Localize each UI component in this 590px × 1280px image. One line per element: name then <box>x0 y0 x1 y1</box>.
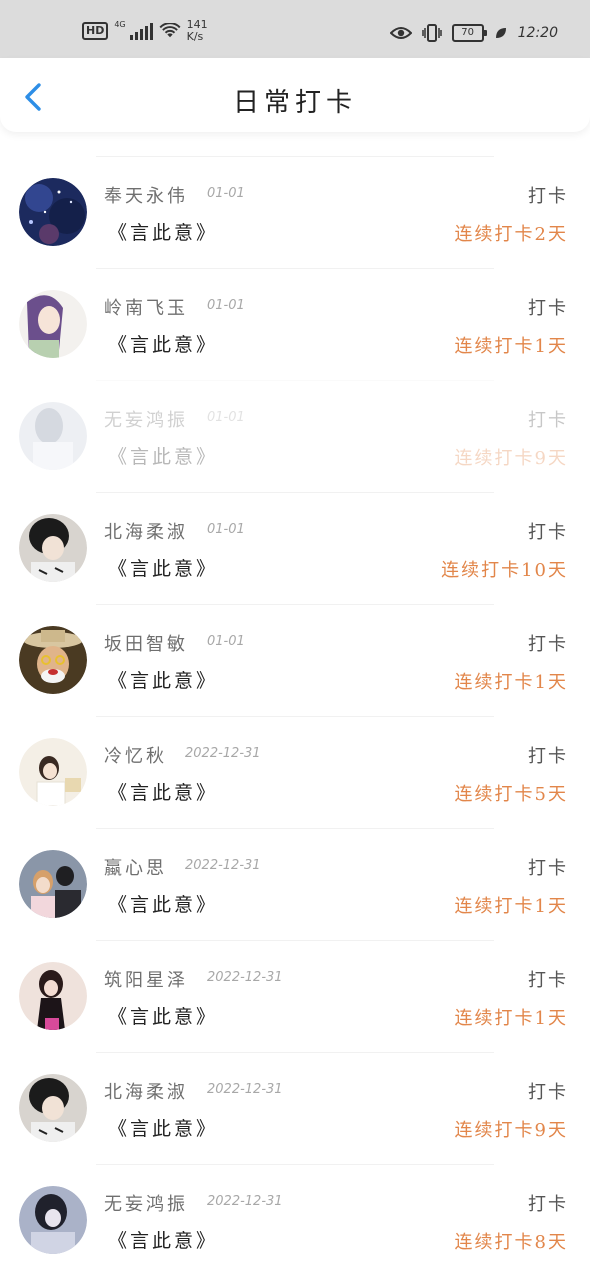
avatar <box>19 514 87 582</box>
book-title: 《言此意》 <box>108 670 219 692</box>
list-item[interactable]: 无妄鸿振 01-01 《言此意》 打卡 连续打卡9天 <box>0 380 590 492</box>
avatar <box>19 1186 87 1254</box>
signal-icon <box>129 22 153 40</box>
list-item[interactable]: 坂田智敏 01-01 《言此意》 打卡 连续打卡1天 <box>0 604 590 716</box>
list-item[interactable]: 北海柔淑 2022-12-31 《言此意》 打卡 连续打卡9天 <box>0 1052 590 1164</box>
list-item[interactable]: 岭南飞玉 01-01 《言此意》 打卡 连续打卡1天 <box>0 268 590 380</box>
checkin-date: 2022-12-31 <box>207 1194 283 1209</box>
checkin-date: 2022-12-31 <box>185 746 261 761</box>
status-bar: HD 4G 141 K/s 70 12:20 <box>0 0 590 58</box>
avatar <box>19 738 87 806</box>
vibrate-icon <box>421 24 442 42</box>
list-item[interactable]: 冷忆秋 2022-12-31 《言此意》 打卡 连续打卡5天 <box>0 716 590 828</box>
checkin-button[interactable]: 打卡 <box>528 630 568 656</box>
wifi-icon <box>159 23 181 38</box>
user-name: 岭南飞玉 <box>104 298 188 319</box>
book-title: 《言此意》 <box>108 1118 219 1140</box>
checkin-button[interactable]: 打卡 <box>528 294 568 320</box>
book-title: 《言此意》 <box>108 334 219 356</box>
streak-label: 连续打卡1天 <box>454 336 568 357</box>
list-item[interactable]: 无妄鸿振 2022-12-31 《言此意》 打卡 连续打卡8天 <box>0 1164 590 1276</box>
checkin-date: 2022-12-31 <box>207 1082 283 1097</box>
checkin-button[interactable]: 打卡 <box>528 1078 568 1104</box>
status-left: HD 4G 141 K/s <box>82 16 208 46</box>
checkin-button[interactable]: 打卡 <box>528 182 568 208</box>
list-item[interactable]: 北海柔淑 01-01 《言此意》 打卡 连续打卡10天 <box>0 492 590 604</box>
list-item[interactable]: 奉天永伟 01-01 《言此意》 打卡 连续打卡2天 <box>0 156 590 268</box>
hd-badge: HD <box>82 22 109 40</box>
book-title: 《言此意》 <box>108 1006 219 1028</box>
avatar <box>19 402 87 470</box>
checkin-date: 2022-12-31 <box>207 970 283 985</box>
book-title: 《言此意》 <box>108 222 219 244</box>
checkin-list: 奉天永伟 01-01 《言此意》 打卡 连续打卡2天 岭南飞玉 01-01 《言… <box>0 156 590 1276</box>
user-name: 北海柔淑 <box>104 1082 188 1103</box>
avatar <box>19 962 87 1030</box>
app-header: 日常打卡 <box>0 58 590 132</box>
checkin-button[interactable]: 打卡 <box>528 518 568 544</box>
eye-icon <box>389 27 412 39</box>
list-item[interactable]: 筑阳星泽 2022-12-31 《言此意》 打卡 连续打卡1天 <box>0 940 590 1052</box>
checkin-date: 01-01 <box>207 186 245 201</box>
clock-time: 12:20 <box>517 25 558 41</box>
user-name: 筑阳星泽 <box>104 970 188 991</box>
user-name: 无妄鸿振 <box>104 1194 188 1215</box>
checkin-button[interactable]: 打卡 <box>528 966 568 992</box>
user-name: 蠃心思 <box>104 858 167 879</box>
checkin-button[interactable]: 打卡 <box>528 1190 568 1216</box>
checkin-date: 01-01 <box>207 634 245 649</box>
streak-label: 连续打卡5天 <box>454 784 568 805</box>
avatar <box>19 290 87 358</box>
user-name: 奉天永伟 <box>104 186 188 207</box>
checkin-date: 2022-12-31 <box>185 858 261 873</box>
checkin-button[interactable]: 打卡 <box>528 742 568 768</box>
list-item[interactable]: 蠃心思 2022-12-31 《言此意》 打卡 连续打卡1天 <box>0 828 590 940</box>
streak-label: 连续打卡1天 <box>454 896 568 917</box>
streak-label: 连续打卡2天 <box>454 224 568 245</box>
streak-label: 连续打卡10天 <box>441 560 568 581</box>
status-right: 70 12:20 <box>389 18 558 48</box>
network-speed: 141 K/s <box>187 19 208 43</box>
page-title: 日常打卡 <box>232 88 357 118</box>
speed-unit: K/s <box>186 30 204 43</box>
checkin-button[interactable]: 打卡 <box>528 406 568 432</box>
book-title: 《言此意》 <box>108 894 219 916</box>
avatar <box>19 1074 87 1142</box>
streak-label: 连续打卡1天 <box>454 1008 568 1029</box>
checkin-date: 01-01 <box>207 298 245 313</box>
checkin-date: 01-01 <box>207 522 245 537</box>
user-name: 坂田智敏 <box>104 634 188 655</box>
book-title: 《言此意》 <box>108 446 219 468</box>
avatar <box>19 626 87 694</box>
avatar <box>19 850 87 918</box>
streak-label: 连续打卡9天 <box>454 1120 568 1141</box>
checkin-date: 01-01 <box>207 410 245 425</box>
leaf-icon <box>495 28 506 38</box>
book-title: 《言此意》 <box>108 558 219 580</box>
user-name: 北海柔淑 <box>104 522 188 543</box>
user-name: 无妄鸿振 <box>104 410 188 431</box>
user-name: 冷忆秋 <box>104 746 167 767</box>
streak-label: 连续打卡1天 <box>454 672 568 693</box>
book-title: 《言此意》 <box>108 782 219 804</box>
battery-icon: 70 <box>451 24 487 42</box>
avatar <box>19 178 87 246</box>
book-title: 《言此意》 <box>108 1230 219 1252</box>
checkin-button[interactable]: 打卡 <box>528 854 568 880</box>
streak-label: 连续打卡8天 <box>454 1232 568 1253</box>
network-type: 4G <box>114 20 126 29</box>
streak-label: 连续打卡9天 <box>454 448 568 469</box>
